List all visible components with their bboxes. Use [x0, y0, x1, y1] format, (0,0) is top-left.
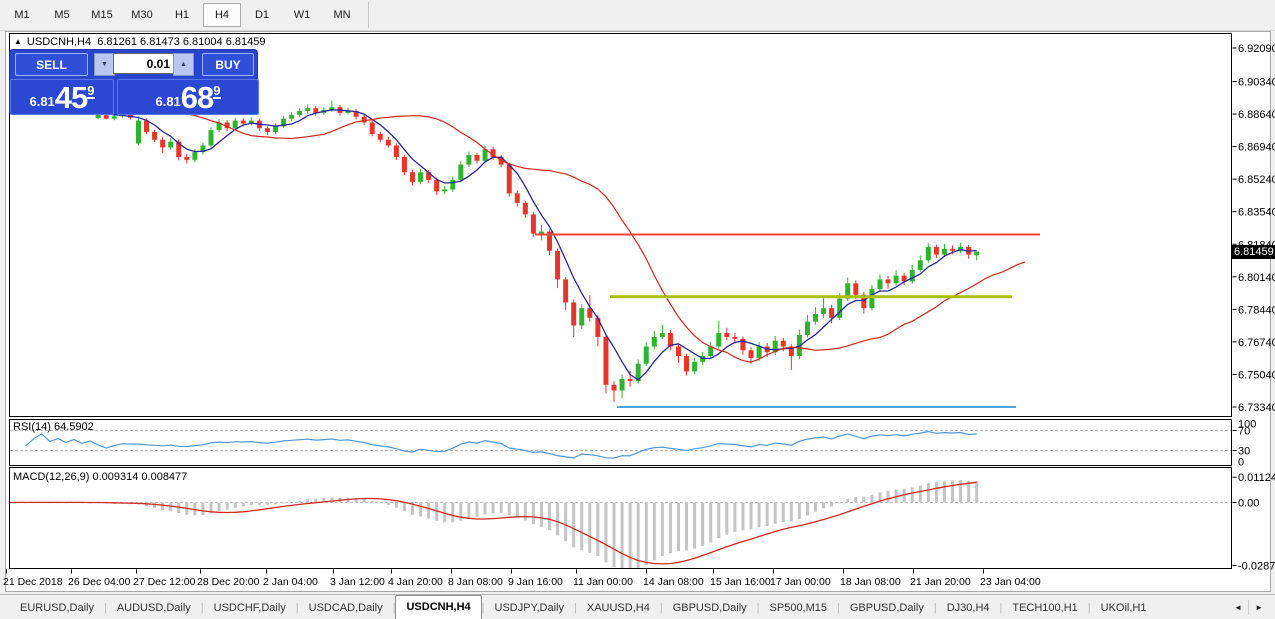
sell-price-pip: 9 [87, 85, 94, 99]
price-axis-label: 6.85240 [1238, 174, 1275, 186]
buy-button[interactable]: BUY [202, 53, 254, 76]
chart-tabbar: EURUSD,Daily|AUDUSD,Daily|USDCHF,Daily|U… [0, 594, 1275, 619]
price-axis-label: 6.88640 [1238, 109, 1275, 121]
chart-title: ▲ USDCNH,H4 6.81261 6.81473 6.81004 6.814… [14, 36, 265, 48]
toolbar-separator [368, 2, 369, 28]
price-axis-label: 6.73340 [1238, 402, 1275, 414]
time-axis-label: 23 Jan 04:00 [980, 576, 1041, 588]
price-axis-label: 6.86940 [1238, 142, 1275, 154]
chart-tab-usdcnh-h4[interactable]: USDCNH,H4 [395, 595, 481, 619]
timeframe-button-mn[interactable]: MN [323, 3, 361, 27]
rsi-axis-label: 0 [1238, 457, 1244, 469]
time-axis-label: 28 Dec 20:00 [197, 576, 260, 588]
mt4-chart-window: { "icons": { "symbol_marker": "▲", "volu… [0, 0, 1275, 619]
time-axis-label: 11 Jan 00:00 [573, 576, 633, 588]
chart-tab-eurusd-daily[interactable]: EURUSD,Daily [10, 597, 104, 618]
timeframe-button-w1[interactable]: W1 [283, 3, 321, 27]
macd-axis-label: 0.00 [1238, 498, 1259, 510]
price-axis-label: 6.80140 [1238, 272, 1275, 284]
macd-label: MACD(12,26,9) 0.009314 0.008477 [13, 471, 187, 483]
time-axis-label: 15 Jan 16:00 [710, 576, 771, 588]
time-axis-label: 4 Jan 20:00 [388, 576, 443, 588]
volume-decrease-button[interactable]: ▼ [94, 53, 115, 76]
time-axis-label: 18 Jan 08:00 [840, 576, 901, 588]
rsi-plot[interactable] [10, 420, 1232, 466]
time-axis-label: 3 Jan 12:00 [330, 576, 385, 588]
price-axis-label: 6.83540 [1238, 207, 1275, 219]
time-axis-label: 8 Jan 08:00 [448, 576, 503, 588]
rsi-label: RSI(14) 64.5902 [13, 421, 94, 433]
time-axis-label: 2 Jan 04:00 [263, 576, 318, 588]
macd-axis-label: 0.011242 [1238, 472, 1275, 484]
time-axis-label: 9 Jan 16:00 [508, 576, 563, 588]
chart-tab-gbpusd-daily[interactable]: GBPUSD,Daily [840, 597, 934, 618]
timeframe-button-h4[interactable]: H4 [203, 3, 241, 27]
timeframe-button-m5[interactable]: M5 [43, 3, 81, 27]
price-axis-label: 6.90340 [1238, 77, 1275, 89]
buy-price-prefix: 6.81 [155, 94, 180, 109]
time-axis-label: 14 Jan 08:00 [643, 576, 704, 588]
timeframe-toolbar: M1M5M15M30H1H4D1W1MN [0, 0, 1275, 31]
buy-price-big: 68 [181, 84, 213, 112]
chevron-up-icon: ▲ [180, 61, 187, 68]
macd-axis-label: -0.028797 [1238, 561, 1275, 573]
sell-button[interactable]: SELL [15, 53, 88, 76]
timeframe-button-d1[interactable]: D1 [243, 3, 281, 27]
chart-tab-gbpusd-daily[interactable]: GBPUSD,Daily [663, 597, 757, 618]
chart-tab-ukoil-h1[interactable]: UKOil,H1 [1091, 597, 1157, 618]
chart-tab-usdchf-daily[interactable]: USDCHF,Daily [204, 597, 296, 618]
time-axis-label: 27 Dec 12:00 [133, 576, 196, 588]
timeframe-button-m30[interactable]: M30 [123, 3, 161, 27]
timeframe-button-h1[interactable]: H1 [163, 3, 201, 27]
price-axis-label: 6.92090 [1238, 43, 1275, 55]
buy-price-pip: 9 [213, 85, 220, 99]
sell-price-big: 45 [55, 84, 87, 112]
one-click-trading-panel: SELL ▼ ▲ BUY 6.81459 6.81689 [10, 50, 257, 114]
chart-title-symbol: USDCNH,H4 [27, 36, 91, 48]
time-axis-label: 17 Jan 00:00 [770, 576, 831, 588]
volume-increase-button[interactable]: ▲ [173, 53, 194, 76]
chart-tab-xauusd-h4[interactable]: XAUUSD,H4 [577, 597, 660, 618]
chart-tab-usdjpy-daily[interactable]: USDJPY,Daily [485, 597, 575, 618]
chart-tab-dj30-h4[interactable]: DJ30,H4 [937, 597, 1000, 618]
rsi-axis-label: 70 [1238, 426, 1250, 438]
tabs-scroll-right-button[interactable]: ► [1248, 600, 1269, 615]
chart-tab-audusd-daily[interactable]: AUDUSD,Daily [107, 597, 201, 618]
price-axis-label: 6.78440 [1238, 304, 1275, 316]
volume-input[interactable] [113, 53, 175, 74]
buy-price-display[interactable]: 6.81689 [117, 79, 259, 115]
sell-price-prefix: 6.81 [29, 94, 54, 109]
current-price-badge: 6.81459 [1232, 245, 1275, 259]
chart-tab-sp500-m15[interactable]: SP500,M15 [760, 597, 837, 618]
chevron-down-icon: ▼ [101, 61, 108, 68]
chart-tab-usdcad-daily[interactable]: USDCAD,Daily [299, 597, 393, 618]
time-axis-label: 21 Jan 20:00 [910, 576, 971, 588]
tabs-scroll-left-button[interactable]: ◄ [1228, 600, 1248, 615]
symbol-marker-icon: ▲ [14, 37, 22, 46]
chart-title-ohlc: 6.81261 6.81473 6.81004 6.81459 [97, 36, 265, 48]
timeframe-button-m15[interactable]: M15 [83, 3, 121, 27]
chart-tab-tech100-h1[interactable]: TECH100,H1 [1002, 597, 1087, 618]
sell-price-display[interactable]: 6.81459 [10, 79, 114, 115]
time-axis-label: 21 Dec 2018 [3, 576, 63, 588]
price-axis-label: 6.76740 [1238, 337, 1275, 349]
time-axis-label: 26 Dec 04:00 [68, 576, 131, 588]
price-axis-label: 6.75040 [1238, 369, 1275, 381]
timeframe-button-m1[interactable]: M1 [3, 3, 41, 27]
